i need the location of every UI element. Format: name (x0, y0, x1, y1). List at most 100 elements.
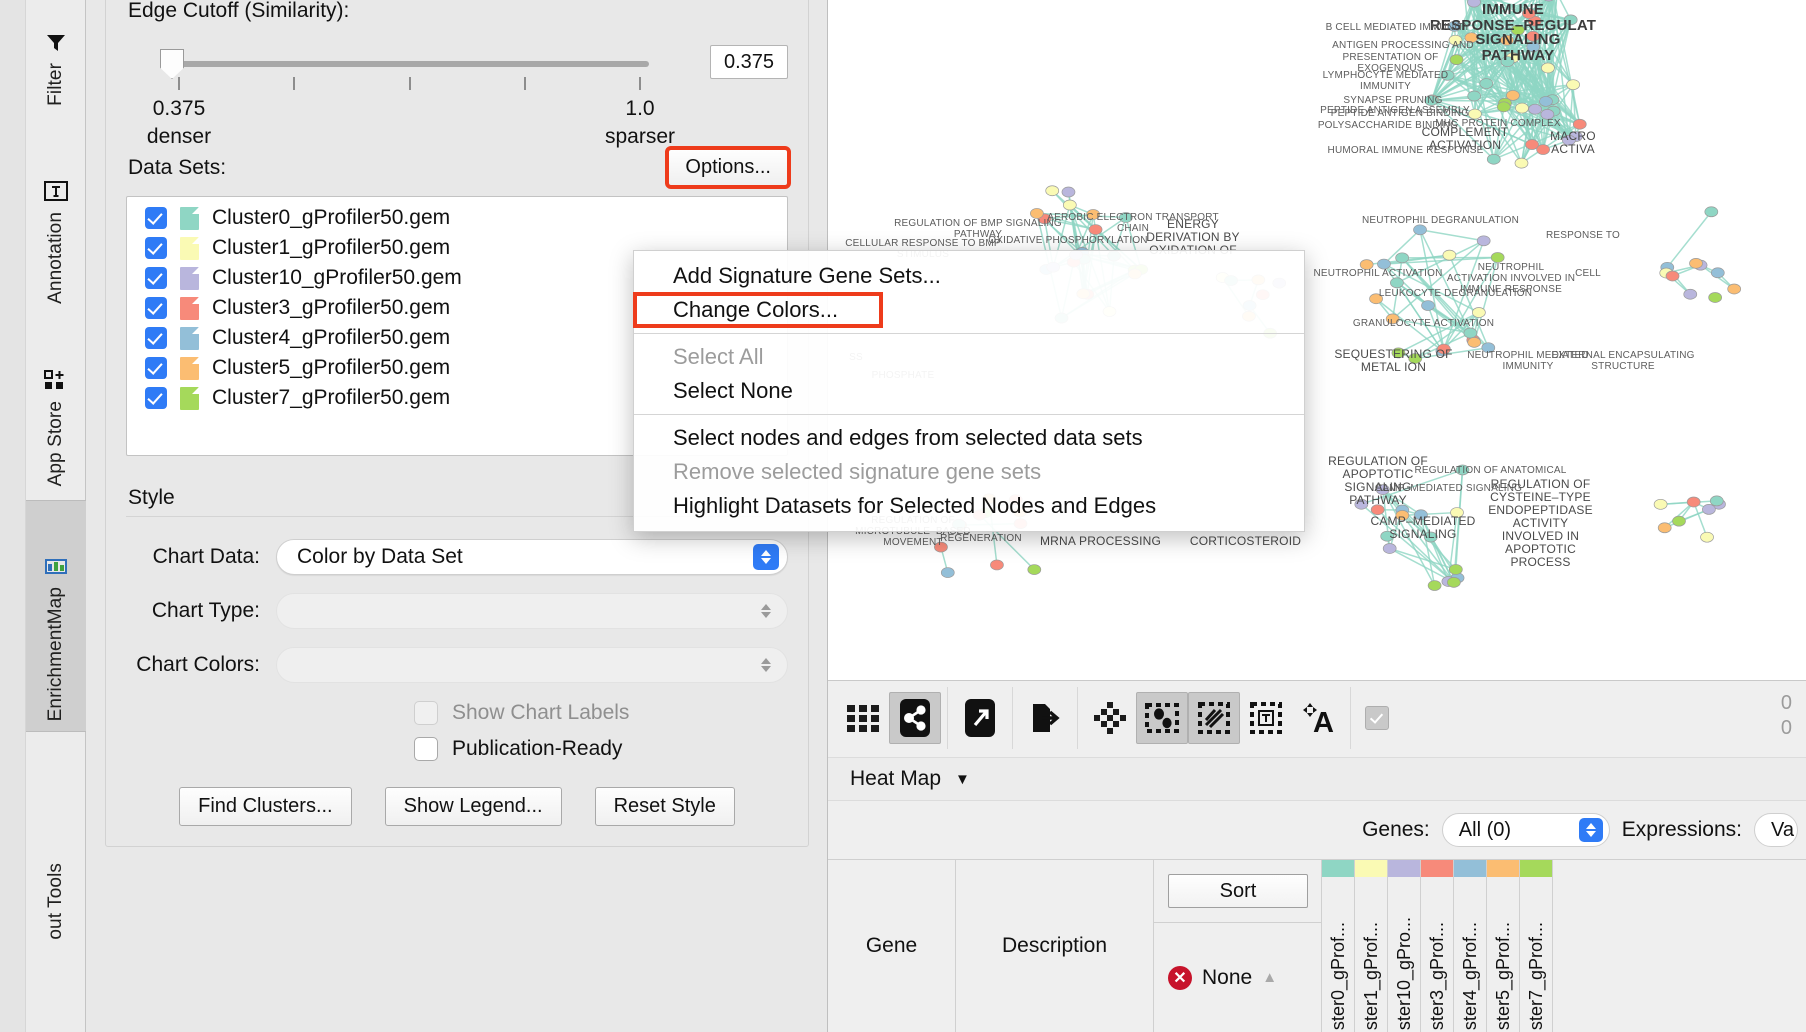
heat-map-header[interactable]: Heat Map ▼ (828, 757, 1806, 801)
column-header-gene[interactable]: Gene (828, 860, 956, 1032)
network-node-label: REGENERATION (926, 533, 1036, 544)
menu-item[interactable]: Select None (634, 374, 1304, 408)
network-node-label: CAMP–MEDIATED SIGNALING (1348, 515, 1498, 541)
style-section-body: Chart Data: Color by Data Set Chart Type… (126, 516, 788, 826)
data-set-name: Cluster3_gProfiler50.gem (212, 296, 450, 320)
network-node-label: MACRO ACTIVA (1518, 130, 1628, 156)
grid-layout-icon[interactable] (837, 692, 889, 744)
data-set-checkbox[interactable] (145, 387, 167, 409)
sidebar-item-annotation[interactable]: Annotation (26, 124, 86, 314)
dataset-column-header[interactable]: ster10_gPro... (1388, 860, 1421, 1032)
chevron-updown-icon (753, 652, 779, 678)
dataset-column-header[interactable]: ster4_gProf... (1454, 860, 1487, 1032)
sort-ascending-icon[interactable]: ▲ (1262, 969, 1277, 986)
dataset-column-header[interactable]: ster1_gProf... (1355, 860, 1388, 1032)
network-toolbar: A 0 0 (828, 681, 1806, 755)
expressions-select[interactable]: Va (1754, 813, 1798, 847)
share-network-icon[interactable] (889, 692, 941, 744)
data-set-name: Cluster1_gProfiler50.gem (212, 236, 450, 260)
dataset-column-label: ster10_gPro... (1388, 882, 1420, 1032)
menu-item[interactable]: Highlight Datasets for Selected Nodes an… (634, 489, 1304, 523)
network-node-label: LYMPHOCYTE MEDIATED IMMUNITY (1298, 70, 1473, 92)
network-node-label: NEUTROPHIL DEGRANULATION (1348, 215, 1533, 226)
sort-status-row: ✕ None ▲ (1154, 922, 1321, 1032)
chart-colors-row: Chart Colors: (126, 647, 788, 683)
chart-type-label: Chart Type: (126, 599, 276, 623)
publication-ready-row[interactable]: Publication-Ready (414, 737, 788, 761)
data-set-name: Cluster0_gProfiler50.gem (212, 206, 450, 230)
show-chart-labels-row[interactable]: Show Chart Labels (414, 701, 788, 725)
error-icon: ✕ (1168, 966, 1192, 990)
genes-label: Genes: (1362, 818, 1430, 842)
sidebar-item-enrichmentmap[interactable]: EnrichmentMap (26, 500, 86, 732)
sidebar-item-app-store[interactable]: App Store (26, 318, 86, 496)
genes-value: All (0) (1459, 819, 1511, 842)
sidebar-item-label: EnrichmentMap (45, 587, 67, 721)
chevron-down-icon[interactable]: ▼ (955, 771, 970, 788)
sort-button[interactable]: Sort (1168, 874, 1308, 908)
data-set-checkbox[interactable] (145, 237, 167, 259)
menu-item[interactable]: Add Signature Gene Sets... (634, 259, 1304, 293)
select-nodes-icon[interactable] (1136, 692, 1188, 744)
dataset-column-header[interactable]: ster0_gProf... (1322, 860, 1355, 1032)
dataset-column-header[interactable]: ster7_gProf... (1520, 860, 1553, 1032)
chart-colors-select[interactable] (276, 647, 788, 683)
sidebar-item-layout-tools[interactable]: out Tools (26, 790, 86, 950)
network-node-label: B CELL MEDIATED IMMUNITY (1323, 22, 1473, 33)
sidebar-item-label: Annotation (45, 212, 67, 304)
svg-text:A: A (1313, 707, 1334, 735)
toolbar-group-layout (831, 687, 948, 749)
menu-item[interactable]: Select nodes and edges from selected dat… (634, 421, 1304, 455)
dataset-column-header[interactable]: ster3_gProf... (1421, 860, 1454, 1032)
network-node-label: RESPONSE TO (1528, 230, 1638, 241)
options-button[interactable]: Options... (668, 149, 788, 186)
chevron-updown-icon (753, 598, 779, 624)
chart-type-row: Chart Type: (126, 593, 788, 629)
dataset-color-swatch (1520, 860, 1552, 877)
dataset-color-swatch (1487, 860, 1519, 877)
data-set-checkbox[interactable] (145, 267, 167, 289)
network-node-label: CELL (1548, 268, 1628, 279)
gene-table: Gene Description Sort ✕ None ▲ ster0_gPr… (828, 859, 1806, 1032)
data-set-checkbox[interactable] (145, 327, 167, 349)
options-context-menu[interactable]: Add Signature Gene Sets...Change Colors.… (633, 250, 1305, 532)
fit-content-icon[interactable] (1084, 692, 1136, 744)
select-annotations-icon[interactable] (1240, 692, 1292, 744)
export-file-icon[interactable] (1019, 692, 1071, 744)
slider-track[interactable] (168, 61, 649, 67)
show-legend-button[interactable]: Show Legend... (385, 787, 562, 826)
heat-map-filters: Genes: All (0) Expressions: Va (828, 803, 1806, 857)
move-text-icon[interactable]: A (1292, 692, 1344, 744)
data-set-name: Cluster10_gProfiler50.gem (212, 266, 462, 290)
slider-thumb[interactable] (160, 49, 184, 79)
find-clusters-button[interactable]: Find Clusters... (179, 787, 351, 826)
genes-select[interactable]: All (0) (1442, 813, 1610, 847)
chart-data-value: Color by Data Set (297, 545, 463, 569)
dataset-column-header[interactable]: ster5_gProf... (1487, 860, 1520, 1032)
data-set-row[interactable]: Cluster0_gProfiler50.gem (127, 203, 787, 233)
expressions-value: Va (1771, 819, 1794, 842)
sidebar-item-filter[interactable]: Filter (26, 0, 86, 116)
slider-max-label: 1.0sparser (580, 95, 700, 151)
reset-style-button[interactable]: Reset Style (595, 787, 735, 826)
dataset-column-headers: ster0_gProf...ster1_gProf...ster10_gPro.… (1322, 860, 1553, 1032)
column-header-description[interactable]: Description (956, 860, 1154, 1032)
publication-ready-checkbox[interactable] (414, 737, 438, 761)
toolbar-checkbox[interactable] (1365, 706, 1389, 730)
data-set-checkbox[interactable] (145, 297, 167, 319)
expand-arrow-icon[interactable] (954, 692, 1006, 744)
data-set-checkbox[interactable] (145, 357, 167, 379)
file-icon (180, 207, 199, 230)
select-edges-icon[interactable] (1188, 692, 1240, 744)
chart-type-select[interactable] (276, 593, 788, 629)
edge-cutoff-value-field[interactable]: 0.375 (710, 45, 788, 79)
sort-value: None (1202, 966, 1252, 990)
menu-item[interactable]: Change Colors... (634, 293, 882, 327)
network-node-label: LEUKOCYTE DEGRANULATION (1368, 288, 1543, 299)
dataset-column-label: ster7_gProf... (1520, 882, 1552, 1032)
data-set-checkbox[interactable] (145, 207, 167, 229)
selection-counts: 0 0 (1781, 691, 1792, 741)
chart-data-select[interactable]: Color by Data Set (276, 539, 788, 575)
network-node-label: HUMORAL IMMUNE RESPONSE (1323, 145, 1488, 156)
show-chart-labels-checkbox[interactable] (414, 701, 438, 725)
